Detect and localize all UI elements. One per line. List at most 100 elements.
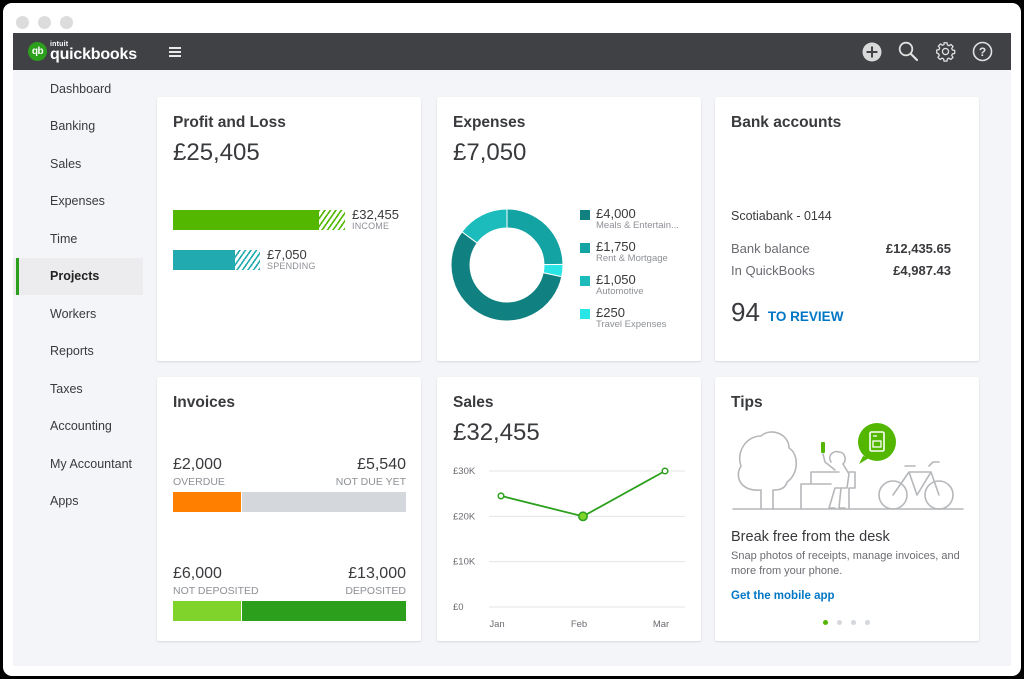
- create-button[interactable]: [861, 41, 882, 62]
- window-minimize-button[interactable]: [38, 16, 51, 29]
- quickbooks-logo[interactable]: qb intuit quickbooks: [28, 41, 137, 63]
- carousel-dot-4[interactable]: [865, 620, 870, 625]
- tips-card[interactable]: Tips Break free from the desk Snap photo…: [715, 377, 979, 641]
- logo-name: quickbooks: [50, 45, 137, 63]
- unpaid-invoices-bar[interactable]: [173, 492, 406, 512]
- sales-point-jan[interactable]: [497, 492, 505, 500]
- bank-balance-label: Bank balance: [731, 241, 810, 256]
- legend-item[interactable]: £4,000 Meals & Entertain...: [580, 207, 679, 235]
- sidebar-item-apps[interactable]: Apps: [13, 483, 143, 521]
- hamburger-icon: [168, 46, 181, 49]
- not-deposited-caption: NOT DEPOSITED: [173, 585, 259, 597]
- income-bar: [173, 209, 319, 230]
- sales-card[interactable]: Sales £32,455 £0 £10K £20K £30K Jan Feb Mar: [437, 377, 701, 641]
- sales-point-mar[interactable]: [661, 467, 669, 475]
- legend-item[interactable]: £1,750 Rent & Mortgage: [580, 240, 679, 268]
- profit-loss-card[interactable]: Profit and Loss £25,405 £32,455 INCOME £…: [157, 97, 421, 361]
- deposited-caption: DEPOSITED: [345, 585, 406, 597]
- x-tick-label: Mar: [653, 619, 669, 630]
- svg-text:?: ?: [979, 45, 986, 59]
- y-tick-label: £0: [453, 602, 464, 613]
- invoices-card[interactable]: Invoices £2,000 OVERDUE £5,540 NOT DUE Y…: [157, 377, 421, 641]
- in-quickbooks-amount: £4,987.43: [893, 263, 951, 278]
- sidebar-item-workers[interactable]: Workers: [13, 295, 143, 333]
- window-close-button[interactable]: [16, 16, 29, 29]
- sidebar-item-my-accountant[interactable]: My Accountant: [13, 445, 143, 483]
- legend-item[interactable]: £1,050 Automotive: [580, 273, 679, 301]
- legend-value: £1,050: [596, 272, 636, 287]
- donut-slice-rent-mortgage[interactable]: [506, 208, 564, 266]
- window-maximize-button[interactable]: [60, 16, 73, 29]
- income-row[interactable]: £32,455 INCOME: [173, 208, 399, 231]
- search-icon: [898, 41, 919, 62]
- help-icon: ?: [972, 41, 993, 62]
- card-title: Profit and Loss: [173, 114, 286, 131]
- sales-point-feb[interactable]: [578, 511, 588, 522]
- legend-swatch: [580, 210, 590, 220]
- not-deposited-segment[interactable]: [173, 601, 241, 621]
- mobile-illustration: [732, 423, 964, 510]
- sidebar-item-expenses[interactable]: Expenses: [13, 183, 143, 221]
- legend-item[interactable]: £250 Travel Expenses: [580, 306, 679, 334]
- sidebar-item-dashboard[interactable]: Dashboard: [13, 70, 143, 108]
- card-title: Tips: [731, 394, 763, 411]
- carousel-dots: [823, 620, 870, 625]
- y-tick-label: £10K: [453, 557, 476, 568]
- spending-row[interactable]: £7,050 SPENDING: [173, 248, 316, 271]
- net-profit-amount: £25,405: [173, 139, 260, 166]
- sidebar-item-sales[interactable]: Sales: [13, 145, 143, 183]
- not-due-segment[interactable]: [240, 492, 406, 512]
- carousel-dot-3[interactable]: [851, 620, 856, 625]
- income-hatch: [319, 209, 345, 230]
- menu-toggle-button[interactable]: [168, 46, 181, 57]
- legend-swatch: [580, 276, 590, 286]
- legend-swatch: [580, 309, 590, 319]
- y-tick-label: £20K: [453, 511, 476, 522]
- carousel-dot-1[interactable]: [823, 620, 828, 625]
- paid-invoices-bar[interactable]: [173, 601, 406, 621]
- y-tick-label: £30K: [453, 466, 476, 477]
- spending-hatch: [235, 249, 260, 270]
- window-controls: [16, 16, 73, 29]
- bank-accounts-card[interactable]: Bank accounts Scotiabank - 0144 Bank bal…: [715, 97, 979, 361]
- overdue-segment[interactable]: [173, 492, 241, 512]
- legend-value: £4,000: [596, 206, 636, 221]
- search-button[interactable]: [898, 41, 919, 62]
- unpaid-labels: £2,000 OVERDUE £5,540 NOT DUE YET: [173, 457, 406, 488]
- help-button[interactable]: ?: [972, 41, 993, 62]
- x-tick-label: Feb: [571, 619, 587, 630]
- card-title: Invoices: [173, 394, 236, 411]
- receipt-bubble-icon: [858, 423, 896, 464]
- overdue-value: £2,000: [173, 456, 222, 473]
- to-review-link[interactable]: 94 TO REVIEW: [731, 297, 843, 328]
- carousel-dot-2[interactable]: [837, 620, 842, 625]
- sidebar-item-banking[interactable]: Banking: [13, 108, 143, 146]
- expenses-donut-chart[interactable]: [447, 205, 567, 325]
- sidebar-item-taxes[interactable]: Taxes: [13, 370, 143, 408]
- sidebar-item-accounting[interactable]: Accounting: [13, 408, 143, 446]
- not-due-value: £5,540: [357, 456, 406, 473]
- in-quickbooks-row: In QuickBooks £4,987.43: [731, 263, 951, 278]
- expenses-card[interactable]: Expenses £7,050 £4,000 Meals & Entertain.…: [437, 97, 701, 361]
- sidebar-item-projects[interactable]: Projects: [13, 257, 143, 295]
- bank-account-name[interactable]: Scotiabank - 0144: [731, 209, 832, 223]
- expenses-legend: £4,000 Meals & Entertain... £1,750 Rent & M…: [580, 207, 679, 339]
- sales-line-chart[interactable]: £0 £10K £20K £30K Jan Feb Mar: [437, 377, 701, 641]
- overdue-caption: OVERDUE: [173, 476, 225, 488]
- settings-button[interactable]: [935, 41, 956, 62]
- tip-body: Snap photos of receipts, manage invoices…: [731, 550, 960, 578]
- sidebar-item-reports[interactable]: Reports: [13, 333, 143, 371]
- legend-label: Travel Expenses: [596, 318, 667, 330]
- expenses-total: £7,050: [453, 139, 527, 166]
- bank-balance-row: Bank balance £12,435.65: [731, 241, 951, 256]
- get-mobile-app-link[interactable]: Get the mobile app: [731, 590, 835, 602]
- sidebar-nav: Dashboard Banking Sales Expenses Time Project…: [13, 70, 143, 520]
- x-tick-label: Jan: [489, 619, 504, 630]
- tip-headline: Break free from the desk: [731, 529, 890, 545]
- legend-label: Automotive: [596, 285, 644, 297]
- deposited-segment[interactable]: [240, 601, 406, 621]
- sidebar-item-time[interactable]: Time: [13, 220, 143, 258]
- paid-labels: £6,000 NOT DEPOSITED £13,000 DEPOSITED: [173, 566, 406, 597]
- income-caption: INCOME: [352, 221, 390, 231]
- sales-series-line: [500, 470, 666, 518]
